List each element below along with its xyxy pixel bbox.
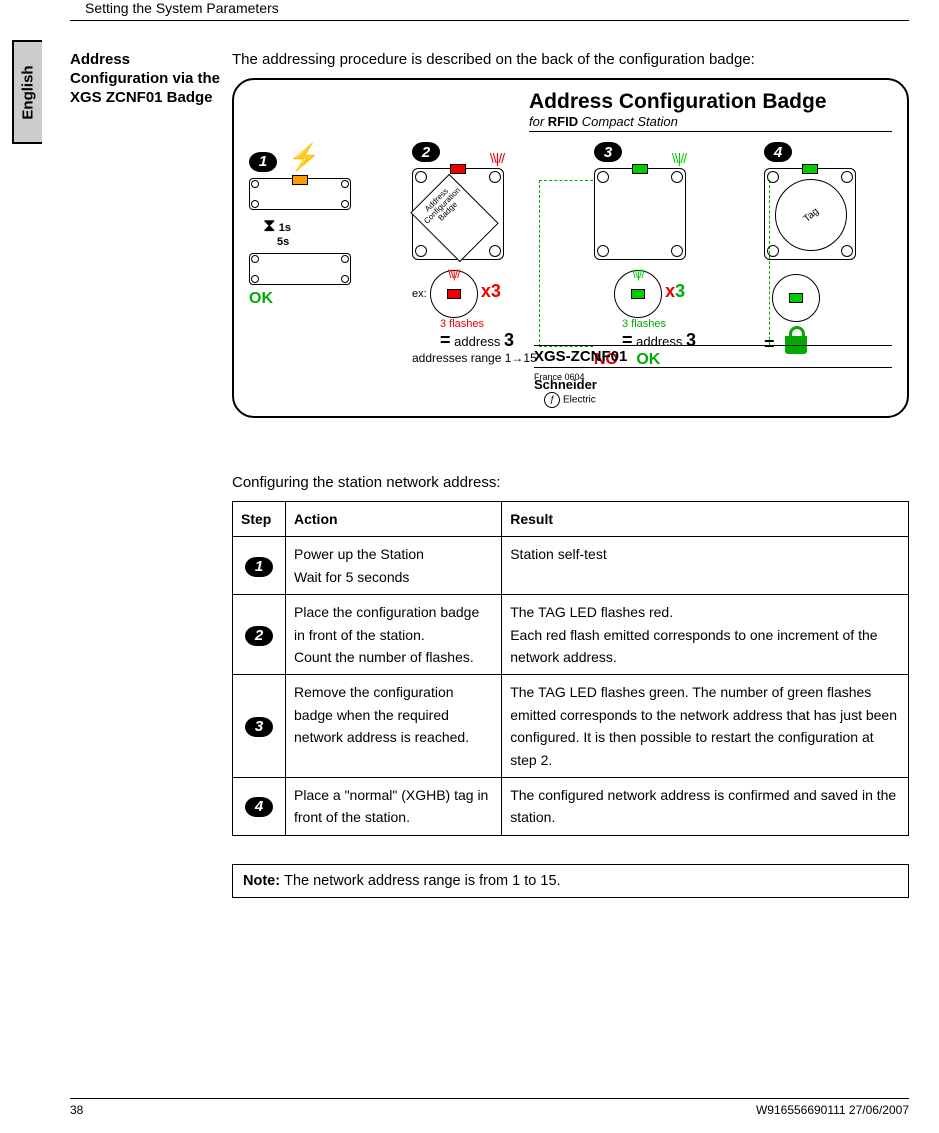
action-cell: Power up the Station Wait for 5 seconds <box>286 537 502 595</box>
flash-rays-red-icon: \\|// <box>490 150 504 166</box>
led-circle-icon: \\|// <box>614 270 662 318</box>
dashed-connector-no <box>539 180 593 347</box>
step-number-4: 4 <box>245 797 273 817</box>
badge-subtitle: for RFID Compact Station <box>529 114 892 132</box>
times-count-green: x3 <box>665 281 685 301</box>
badge-model: XGS-ZCNF01 <box>534 345 892 368</box>
example-label: ex: <box>412 288 427 300</box>
step-number-2: 2 <box>412 142 440 162</box>
action-cell: Place the configuration badge in front o… <box>286 595 502 675</box>
side-heading: Address Configuration via the XGS ZCNF01… <box>70 51 220 448</box>
result-cell: The TAG LED flashes red. Each red flash … <box>502 595 909 675</box>
station-square-icon <box>594 168 686 260</box>
station-square-icon: Tag <box>764 168 856 260</box>
step-number-2: 2 <box>245 626 273 646</box>
times-count-red: x3 <box>481 281 501 301</box>
table-row: 4 Place a "normal" (XGHB) tag in front o… <box>233 777 909 835</box>
badge-title: Address Configuration Badge <box>529 90 892 114</box>
badge-step-1: 1 ⚡ ⧗ 1s 5s OK <box>249 142 379 308</box>
chapter-title: Setting the System Parameters <box>70 0 909 21</box>
action-cell: Place a "normal" (XGHB) tag in front of … <box>286 777 502 835</box>
step-number-3: 3 <box>245 717 273 737</box>
time-1s: 1s <box>279 222 291 234</box>
table-row: 2 Place the configuration badge in front… <box>233 595 909 675</box>
step-number-1: 1 <box>245 557 273 577</box>
col-step: Step <box>233 502 286 537</box>
page-number: 38 <box>70 1103 83 1117</box>
table-row: 1 Power up the Station Wait for 5 second… <box>233 537 909 595</box>
badge-illustration: Address Configuration Badge for RFID Com… <box>232 78 909 418</box>
badge-step-4: 4 Tag = <box>764 142 889 355</box>
action-cell: Remove the configuration badge when the … <box>286 675 502 778</box>
step-number-3: 3 <box>594 142 622 162</box>
note-text: The network address range is from 1 to 1… <box>284 873 560 889</box>
led-circle-icon: \\|// <box>430 270 478 318</box>
brand-logo: Schneider ƒElectric <box>534 377 597 408</box>
hourglass-icon: ⧗ <box>263 215 276 235</box>
col-action: Action <box>286 502 502 537</box>
step-number-4: 4 <box>764 142 792 162</box>
led-circle-icon <box>772 274 820 322</box>
dashed-connector-ok <box>684 180 770 345</box>
note-label: Note: <box>243 873 284 889</box>
flash-rays-green-icon: \\|// <box>672 150 686 166</box>
device-icon <box>249 253 351 285</box>
ok-label: OK <box>249 290 273 307</box>
step-number-1: 1 <box>249 152 277 172</box>
col-result: Result <box>502 502 909 537</box>
result-cell: The configured network address is confir… <box>502 777 909 835</box>
table-title: Configuring the station network address: <box>232 474 909 491</box>
language-label: English <box>20 65 37 119</box>
result-cell: The TAG LED flashes green. The number of… <box>502 675 909 778</box>
result-cell: Station self-test <box>502 537 909 595</box>
time-5s: 5s <box>277 236 289 248</box>
lightning-icon: ⚡ <box>288 142 320 172</box>
intro-text: The addressing procedure is described on… <box>232 51 909 68</box>
table-row: 3 Remove the configuration badge when th… <box>233 675 909 778</box>
doc-reference: W916556690111 27/06/2007 <box>756 1103 909 1117</box>
station-square-icon: Address Configuration Badge <box>412 168 504 260</box>
steps-table: Step Action Result 1 Power up the Statio… <box>232 501 909 836</box>
language-tab: English <box>12 40 42 144</box>
device-icon <box>249 178 351 210</box>
note-box: Note: The network address range is from … <box>232 864 909 898</box>
page-footer: 38 W916556690111 27/06/2007 <box>70 1098 909 1117</box>
